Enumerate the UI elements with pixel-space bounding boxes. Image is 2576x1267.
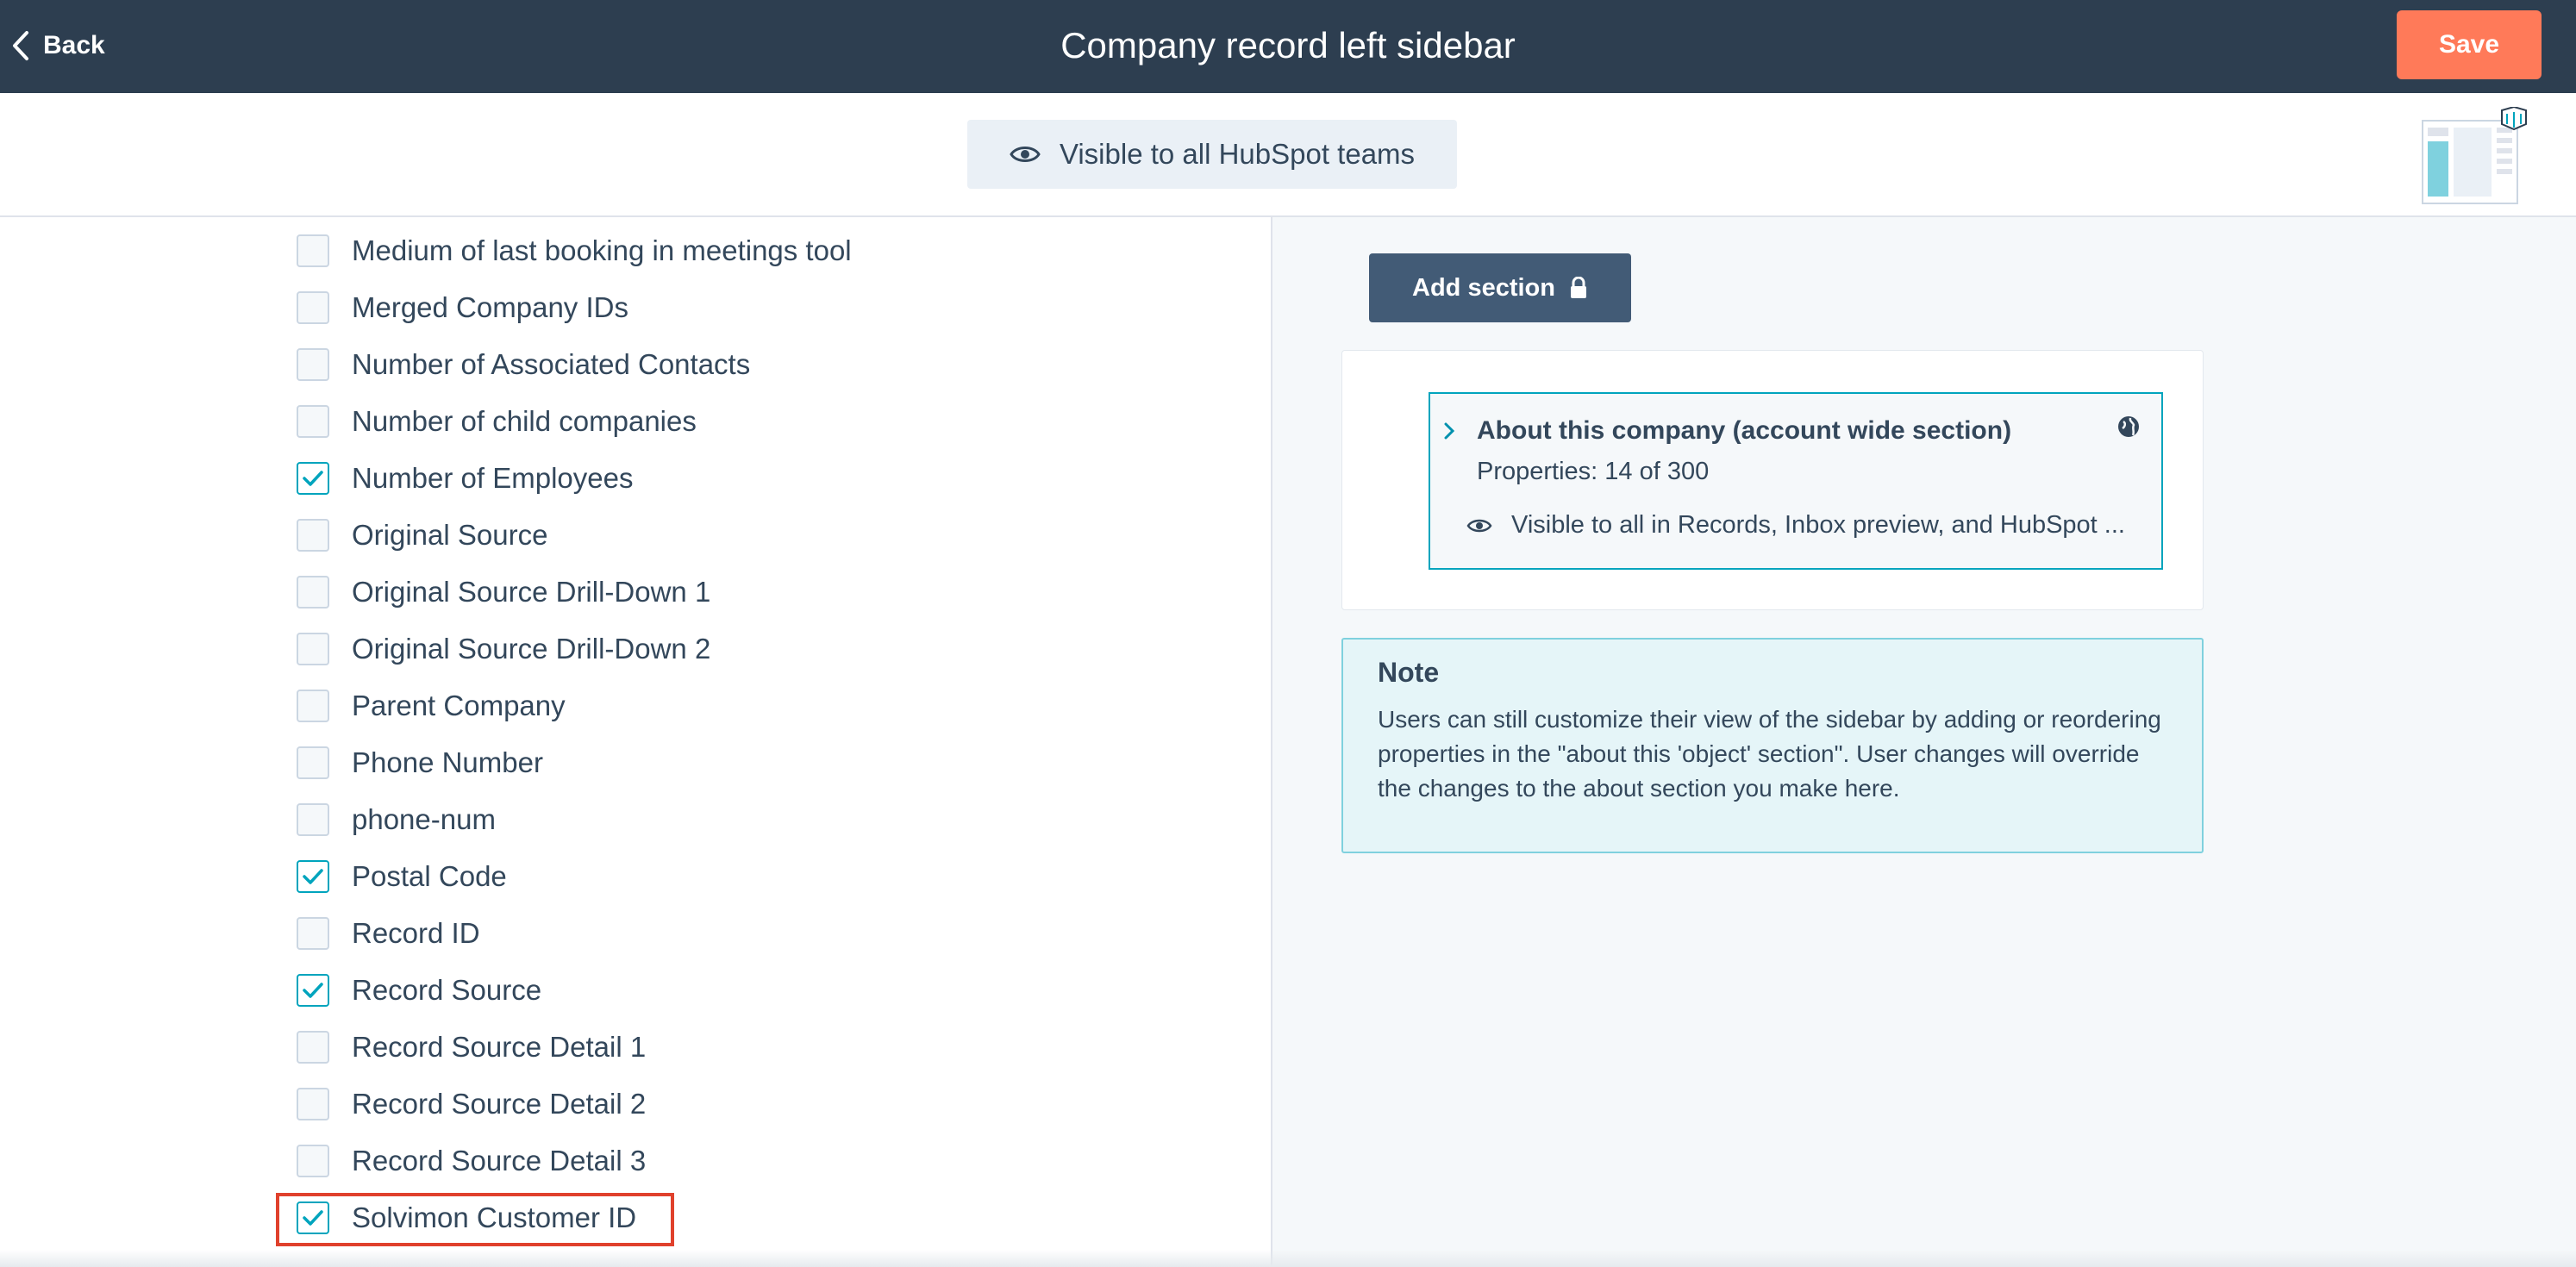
checkbox-checked[interactable] [297,860,329,893]
section-properties-count: Properties: 14 of 300 [1477,458,1710,485]
property-row[interactable]: Original Source Drill-Down 2 [297,625,710,673]
property-list-panel[interactable]: Medium of last booking in meetings tool M… [0,217,1272,1267]
checkmark-icon [303,471,323,486]
note-box: Note Users can still customize their vie… [1341,638,2204,853]
checkmark-icon [303,869,323,884]
save-button[interactable]: Save [2397,10,2542,79]
property-row[interactable]: Solvimon Customer ID [297,1194,636,1242]
checkbox-checked[interactable] [297,1201,329,1234]
property-label: phone-num [352,803,496,835]
property-label: Record Source Detail 1 [352,1031,647,1063]
property-label: Original Source Drill-Down 2 [352,633,711,665]
lock-icon [1570,277,1586,298]
checkbox[interactable] [297,348,329,381]
property-row[interactable]: Record ID [297,909,480,958]
checkbox[interactable] [297,576,329,609]
checkbox[interactable] [297,917,329,950]
visibility-button[interactable]: Visible to all HubSpot teams [967,120,1457,189]
property-label: Medium of last booking in meetings tool [352,234,852,266]
checkbox[interactable] [297,1031,329,1064]
eye-icon [1010,147,1041,162]
property-row[interactable]: Record Source Detail 1 [297,1023,646,1071]
property-row[interactable]: Parent Company [297,682,566,730]
property-label: Postal Code [352,860,507,892]
property-row[interactable]: Original Source Drill-Down 1 [297,568,710,616]
property-label: Phone Number [352,746,543,778]
checkbox-checked[interactable] [297,462,329,495]
property-label: Merged Company IDs [352,291,628,323]
property-label: Solvimon Customer ID [352,1201,637,1233]
property-row[interactable]: Original Source [297,511,547,559]
property-label: Record Source Detail 3 [352,1145,647,1176]
add-section-button[interactable]: Add section [1369,253,1631,322]
property-label: Number of child companies [352,405,697,437]
property-label: Record Source Detail 2 [352,1088,647,1120]
checkbox[interactable] [297,405,329,438]
checkbox[interactable] [297,519,329,552]
property-row[interactable]: Record Source [297,966,541,1014]
checkbox-checked[interactable] [297,974,329,1007]
property-label: Original Source Drill-Down 1 [352,576,711,608]
checkmark-icon [303,983,323,998]
checkbox[interactable] [297,234,329,267]
checkbox[interactable] [297,690,329,722]
section-card: About this company (account wide section… [1341,350,2204,610]
checkbox[interactable] [297,746,329,779]
checkbox[interactable] [297,1088,329,1120]
section-about-company[interactable]: About this company (account wide section… [1429,392,2163,570]
note-title: Note [1378,657,1440,688]
checkbox[interactable] [297,633,329,665]
property-label: Parent Company [352,690,566,721]
visibility-label: Visible to all HubSpot teams [1059,138,1416,170]
section-visibility-label: Visible to all in Records, Inbox preview… [1511,511,2125,539]
property-label: Record ID [352,917,480,949]
top-bar: Back Company record left sidebar Save [0,0,2576,93]
property-label: Number of Employees [352,462,634,494]
property-row[interactable]: Phone Number [297,739,543,787]
property-label: Record Source [352,974,542,1006]
checkmark-icon [303,1210,323,1226]
property-row[interactable]: Medium of last booking in meetings tool [297,227,852,275]
globe-icon [2118,416,2139,437]
property-row[interactable]: Number of Associated Contacts [297,340,750,389]
sub-header: Visible to all HubSpot teams [0,93,2576,217]
property-row[interactable]: phone-num [297,796,496,844]
checkbox[interactable] [297,803,329,836]
property-row[interactable]: Record Source Detail 3 [297,1137,646,1185]
property-row[interactable]: Postal Code [297,852,507,901]
section-title: About this company (account wide section… [1477,416,2012,445]
property-row[interactable]: Record Source Detail 2 [297,1080,646,1128]
property-label: Number of Associated Contacts [352,348,751,380]
layout-illustration-icon [2422,107,2527,204]
section-visibility: Visible to all in Records, Inbox preview… [1466,511,2125,540]
checkbox[interactable] [297,291,329,324]
page-title: Company record left sidebar [1060,25,1516,66]
note-body: Users can still customize their view of … [1378,706,2161,802]
checkbox[interactable] [297,1145,329,1177]
property-row[interactable]: Merged Company IDs [297,284,628,332]
property-row[interactable]: Number of Employees [297,454,633,502]
add-section-label: Add section [1412,273,1555,302]
eye-icon [1466,519,1492,532]
bottom-shadow [0,1250,2576,1267]
property-row[interactable]: Number of child companies [297,397,697,446]
property-label: Original Source [352,519,548,551]
chevron-right-icon[interactable] [1442,420,1456,442]
